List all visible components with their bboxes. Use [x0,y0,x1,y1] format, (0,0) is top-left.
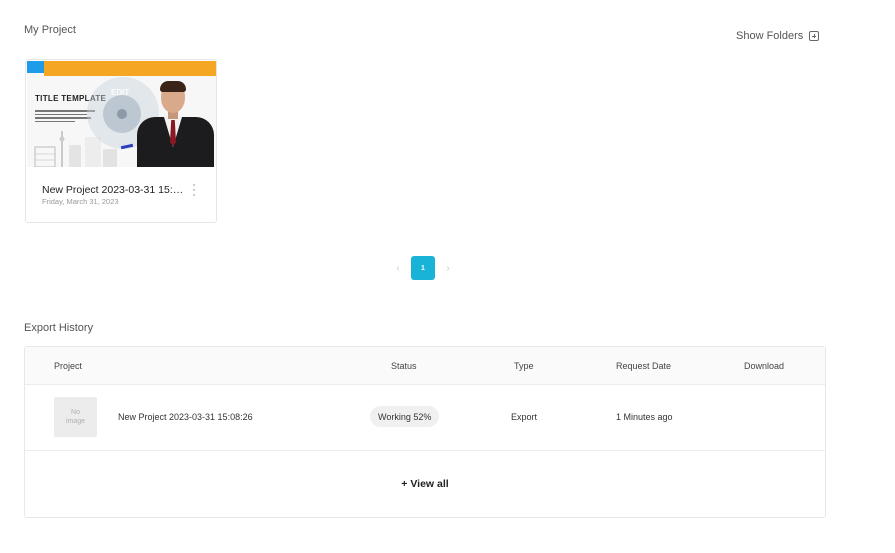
status-badge: Working 52% [370,406,440,427]
edit-overlay-dot [117,109,127,119]
project-name[interactable]: New Project 2023-03-31 15:08:26 [42,184,187,196]
page-button-1[interactable]: 1 [411,256,435,280]
more-options-icon[interactable] [191,184,197,196]
row-request-date: 1 Minutes ago [616,412,673,422]
no-image-thumbnail: No image [54,397,97,437]
pagination: ‹ 1 › [394,256,452,280]
plus-square-icon [809,31,820,41]
thumbnail-orange-bar [44,61,216,76]
prev-page-icon[interactable]: ‹ [394,263,402,274]
export-history-heading: Export History [24,322,94,334]
column-header-type: Type [514,361,534,371]
table-row: No image New Project 2023-03-31 15:08:26… [25,385,825,451]
column-header-project: Project [54,361,83,371]
next-page-icon[interactable]: › [444,263,452,274]
project-thumbnail[interactable]: TITLE TEMPLATE EDIT [27,61,216,167]
presenter-image [137,81,216,167]
column-header-download: Download [744,361,785,371]
row-project-name: New Project 2023-03-31 15:08:26 [118,412,253,422]
project-card[interactable]: TITLE TEMPLATE EDIT New Project 2023-03-… [25,59,217,223]
show-folders-button[interactable]: Show Folders [736,30,820,42]
edit-label: EDIT [111,88,130,97]
view-all-link[interactable]: + View all [25,478,825,490]
table-header: Project Status Type Request Date Downloa… [25,347,825,385]
row-type: Export [511,412,538,422]
thumbnail-blue-bar [27,61,44,73]
show-folders-label: Show Folders [736,30,804,42]
column-header-request-date: Request Date [616,361,672,371]
project-date: Friday, March 31, 2023 [42,197,119,206]
export-history-table: Project Status Type Request Date Downloa… [24,346,826,518]
my-project-heading: My Project [24,24,76,36]
column-header-status: Status [391,361,417,371]
thumbnail-text-lines [35,110,95,124]
